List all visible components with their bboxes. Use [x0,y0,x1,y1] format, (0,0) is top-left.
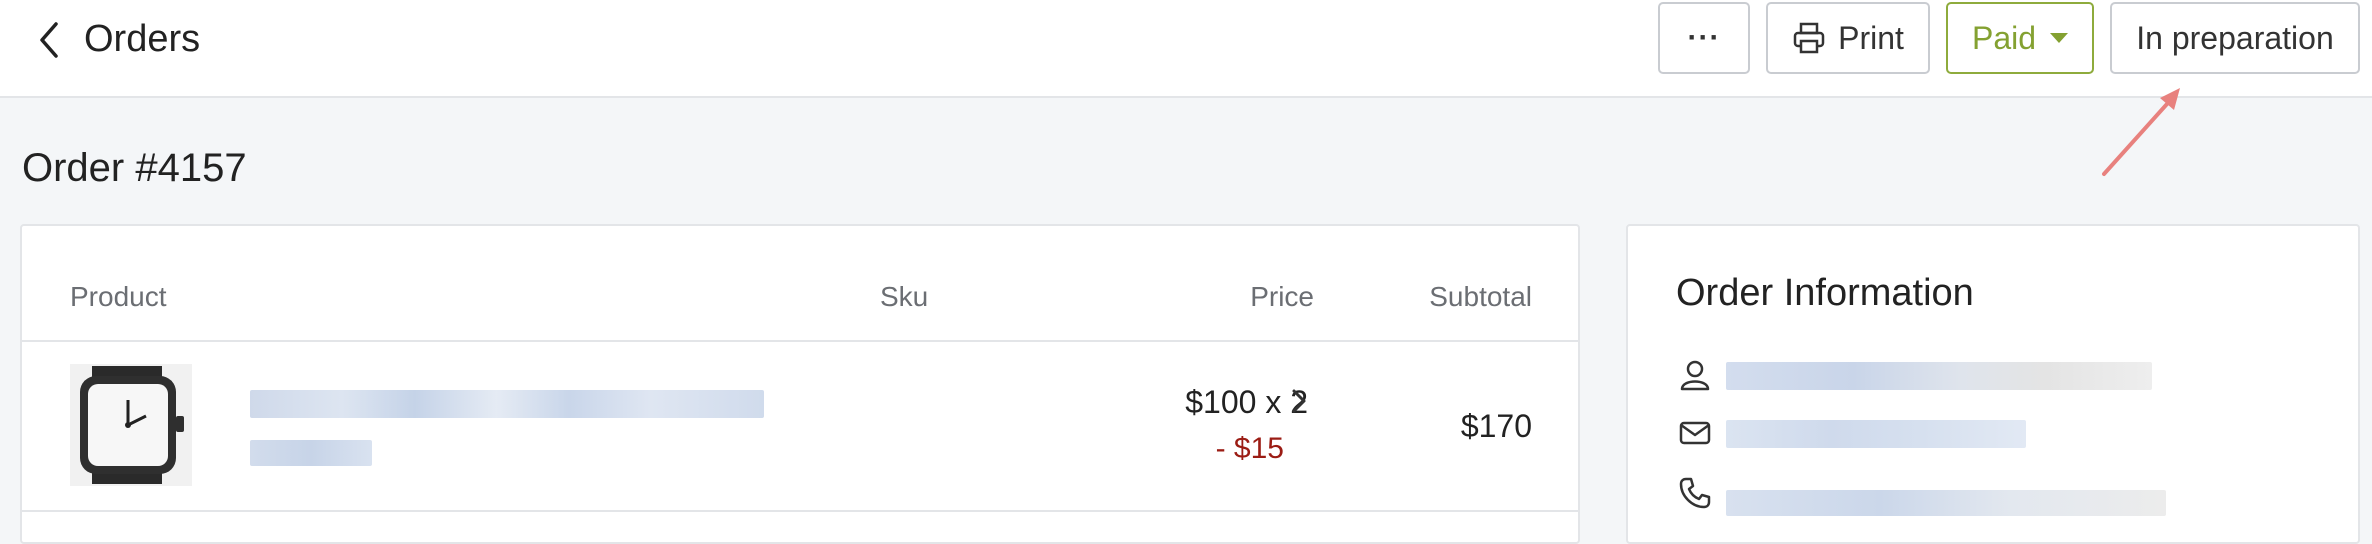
header-divider [22,340,1578,342]
watch-icon [80,366,184,484]
chevron-right-icon[interactable] [1288,384,1310,418]
product-thumbnail [70,364,192,486]
top-bar: Orders ··· Print Paid In preparation [0,0,2372,98]
info-title: Order Information [1676,272,1974,314]
back-button[interactable] [32,18,72,62]
discount-amount: - $15 [1215,432,1284,465]
mail-icon [1679,421,1711,445]
customer-phone-redacted[interactable] [1726,490,2166,516]
order-title: Order #4157 [22,146,247,190]
column-header-product: Product [70,281,167,312]
column-header-sku: Sku [880,281,929,312]
product-name-redacted[interactable] [250,390,764,418]
line-subtotal: $170 [1460,408,1532,444]
user-icon [1680,360,1710,391]
more-icon: ··· [1687,21,1721,54]
customer-name-redacted[interactable] [1726,362,2152,390]
fulfillment-status-button[interactable]: In preparation [2110,2,2360,74]
fulfillment-status-label: In preparation [2136,19,2334,56]
column-header-subtotal: Subtotal [1429,281,1532,312]
print-button[interactable]: Print [1766,2,1930,74]
page-breadcrumb-title: Orders [84,18,201,60]
print-label: Print [1838,19,1904,56]
caret-down-icon [2050,33,2069,43]
customer-email-redacted[interactable] [1726,420,2026,448]
payment-status-dropdown[interactable]: Paid [1946,2,2094,74]
printer-icon [1793,22,1825,54]
product-variant-redacted [250,440,372,466]
annotation-arrow-icon [2102,88,2180,176]
row-divider [22,510,1578,512]
phone-icon [1679,477,1711,509]
more-actions-button[interactable]: ··· [1658,2,1750,74]
column-header-price: Price [1250,281,1314,312]
order-information-card: Order Information [1626,224,2360,544]
payment-status-label: Paid [1971,19,2037,56]
chevron-left-icon [40,22,58,58]
products-card: Product Sku Price Subtotal $100 x 2 - $1… [20,224,1580,544]
